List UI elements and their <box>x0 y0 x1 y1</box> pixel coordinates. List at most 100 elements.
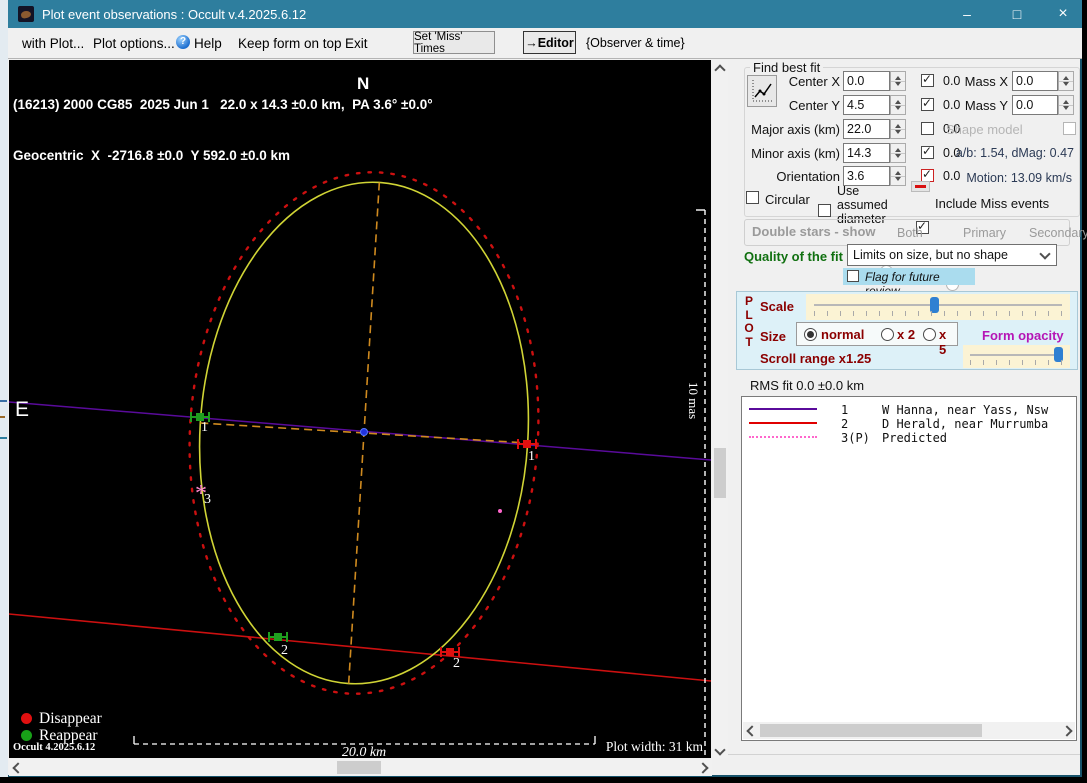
form-opacity-slider[interactable] <box>963 345 1070 368</box>
mas-scale-line <box>696 210 705 758</box>
help-icon[interactable]: ? <box>176 35 190 49</box>
km-scale-label: 20.0 km <box>319 745 409 758</box>
observation-row[interactable]: 3(P) Predicted <box>748 431 791 445</box>
plot-horizontal-scrollbar[interactable] <box>9 759 712 776</box>
size-x2-label: x 2 <box>897 327 915 342</box>
use-assumed-checkbox[interactable] <box>818 204 831 217</box>
observer-time-label: {Observer & time} <box>586 36 685 50</box>
vertical-scroll-thumb[interactable] <box>714 448 726 498</box>
menu-keep-on-top[interactable]: Keep form on top <box>238 36 342 51</box>
size-normal-radio[interactable] <box>804 328 817 341</box>
flag-review-checkbox[interactable] <box>847 270 859 282</box>
list-scroll-left-icon[interactable] <box>746 725 757 736</box>
major-axis-fit-checkbox[interactable] <box>921 122 934 135</box>
center-x-input[interactable]: 0.0 <box>843 71 890 91</box>
disappear-dot-icon <box>21 713 32 724</box>
background-detail <box>0 437 7 439</box>
version-label: Occult 4.2025.6.12 <box>13 742 95 753</box>
center-y-stepper[interactable] <box>890 95 906 115</box>
center-y-label: Center Y <box>744 98 840 113</box>
screen: Plot event observations : Occult v.4.202… <box>0 0 1087 783</box>
scroll-down-icon[interactable] <box>714 744 725 755</box>
shape-model-label: Shape model <box>946 122 1023 137</box>
size-radio-group: normal x 2 x 5 <box>796 322 958 346</box>
predicted-asterisk: * <box>195 481 207 507</box>
circular-checkbox[interactable] <box>746 191 759 204</box>
shape-model-checkbox[interactable] <box>1063 122 1076 135</box>
maximize-button[interactable]: □ <box>994 0 1040 28</box>
mass-x-input[interactable]: 0.0 <box>1012 71 1058 91</box>
orientation-input[interactable]: 3.6 <box>843 166 890 186</box>
menu-plot-options[interactable]: Plot options... <box>93 36 175 51</box>
predicted-dot <box>498 509 502 513</box>
chord1-reappear-label: 1 <box>201 420 208 435</box>
scale-slider[interactable] <box>806 294 1070 320</box>
mas-scale-label: 10 mas <box>685 382 701 419</box>
mass-y-stepper[interactable] <box>1058 95 1074 115</box>
mass-x-stepper[interactable] <box>1058 71 1074 91</box>
minimize-icon: – <box>963 6 971 22</box>
observation-name: W Hanna, near Yass, Nsw <box>882 403 1048 417</box>
size-label: Size <box>760 329 786 344</box>
major-axis-input[interactable]: 22.0 <box>843 119 890 139</box>
minor-axis-label: Minor axis (km) <box>744 146 840 161</box>
close-button[interactable]: × <box>1040 0 1086 28</box>
motion-label: Motion: 13.09 km/s <box>966 171 1072 185</box>
plot-width-label: Plot width: 31 km <box>569 739 703 755</box>
observations-list[interactable]: 1 W Hanna, near Yass, Nsw 2 D Herald, ne… <box>741 396 1077 741</box>
observation-row[interactable]: 2 D Herald, near Murrumba <box>748 417 791 431</box>
scroll-left-icon[interactable] <box>12 762 23 773</box>
red-dash-icon <box>915 185 926 188</box>
background-detail <box>0 416 5 418</box>
orientation-label: Orientation <box>744 169 840 184</box>
opacity-slider-ticks <box>970 360 1062 365</box>
chord1-disappear-label: 1 <box>528 449 535 464</box>
window-title: Plot event observations : Occult v.4.202… <box>42 7 306 22</box>
ellipse-center-point <box>361 429 368 436</box>
include-miss-label: Include Miss events <box>935 196 1049 211</box>
mass-y-label: Mass Y <box>964 98 1008 113</box>
divider <box>8 58 1082 59</box>
scroll-range-label: Scroll range x1.25 <box>760 351 871 366</box>
quality-value: Limits on size, but no shape <box>853 248 1008 262</box>
scroll-up-icon[interactable] <box>714 64 725 75</box>
minimize-button[interactable]: – <box>944 0 990 28</box>
center-x-stepper[interactable] <box>890 71 906 91</box>
minor-axis-fit-checkbox[interactable] <box>921 146 934 159</box>
list-scroll-thumb[interactable] <box>760 724 982 737</box>
size-x5-label: x 5 <box>939 327 957 357</box>
quality-dropdown[interactable]: Limits on size, but no shape <box>847 244 1057 266</box>
minor-axis-input[interactable]: 14.3 <box>843 143 890 163</box>
editor-button[interactable]: →Editor <box>523 31 576 54</box>
center-x-sigma: 0.0 <box>943 74 960 88</box>
set-miss-times-button[interactable]: Set 'Miss' Times <box>413 31 495 54</box>
major-axis-stepper[interactable] <box>890 119 906 139</box>
menu-exit[interactable]: Exit <box>345 36 368 51</box>
mass-y-input[interactable]: 0.0 <box>1012 95 1058 115</box>
orientation-flag-button[interactable] <box>911 181 930 192</box>
km-scale-bar <box>134 736 595 744</box>
plot-title-line2: Geocentric X -2716.8 ±0.0 Y 592.0 ±0.0 k… <box>13 147 433 164</box>
observation-row[interactable]: 1 W Hanna, near Yass, Nsw <box>748 403 791 417</box>
menu-with-plot[interactable]: with Plot... <box>22 36 84 51</box>
chord1-swatch-icon <box>749 408 817 410</box>
double-stars-title: Double stars - show <box>752 224 876 239</box>
scroll-right-icon[interactable] <box>697 762 708 773</box>
plot-vertical-scrollbar[interactable] <box>712 60 728 758</box>
major-axis-label: Major axis (km) <box>744 122 840 137</box>
center-y-fit-checkbox[interactable] <box>921 98 934 111</box>
center-x-label: Center X <box>744 74 840 89</box>
center-y-input[interactable]: 4.5 <box>843 95 890 115</box>
horizontal-scroll-thumb[interactable] <box>337 761 381 774</box>
plot-canvas[interactable]: 1 1 2 2 3 * (16213) 2000 CG85 2025 Jun 1… <box>9 60 711 758</box>
minor-axis-stepper[interactable] <box>890 143 906 163</box>
center-x-fit-checkbox[interactable] <box>921 74 934 87</box>
list-scroll-right-icon[interactable] <box>1061 725 1072 736</box>
orientation-stepper[interactable] <box>890 166 906 186</box>
list-horizontal-scrollbar[interactable] <box>743 722 1075 739</box>
menu-help[interactable]: Help <box>194 36 222 51</box>
app-icon <box>18 6 34 22</box>
predicted-swatch-icon <box>749 436 817 438</box>
size-x5-radio[interactable] <box>923 328 936 341</box>
size-x2-radio[interactable] <box>881 328 894 341</box>
